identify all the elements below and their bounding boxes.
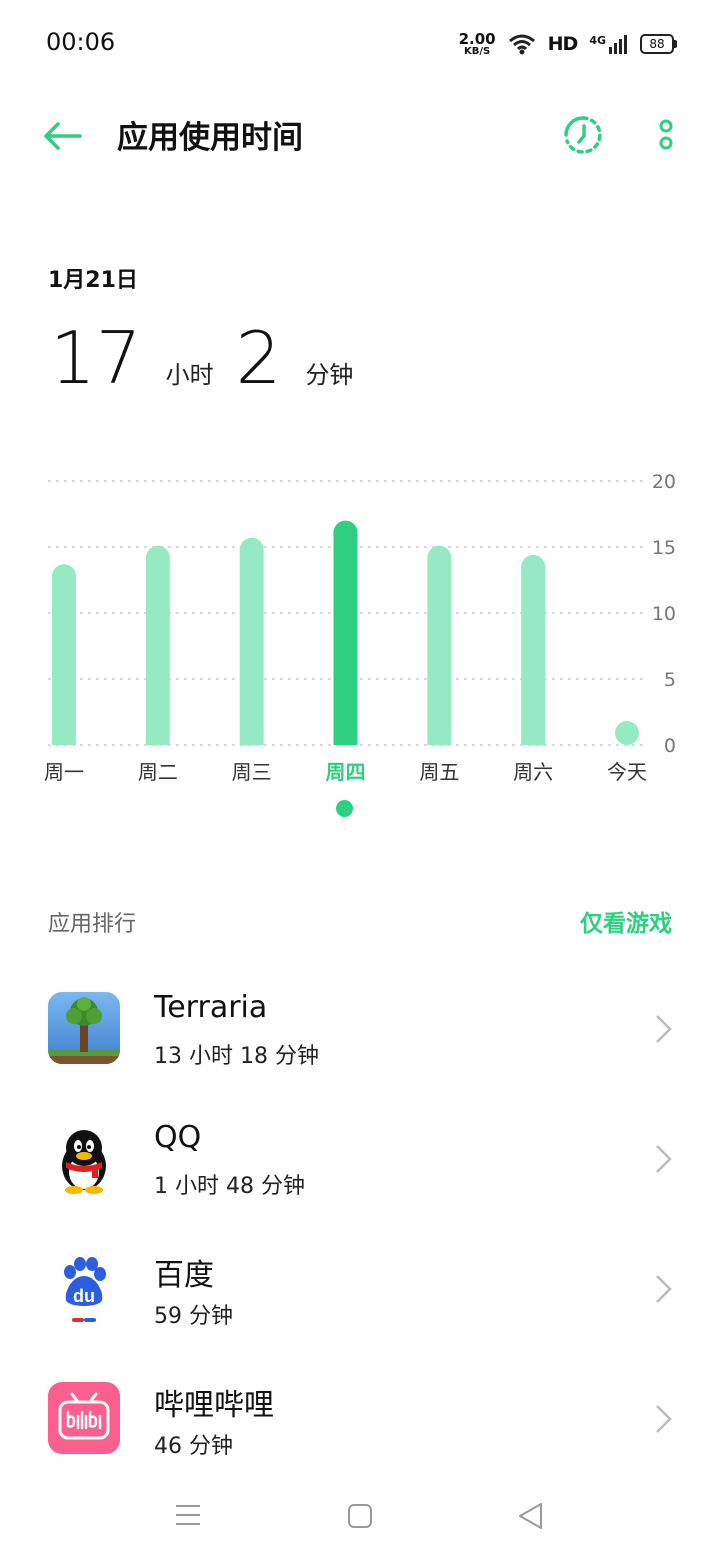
y-tick-label: 0 [664, 735, 676, 757]
total-minutes: 2 [235, 316, 282, 400]
total-hours: 17 [50, 316, 142, 400]
terraria-icon [48, 992, 120, 1064]
qq-penguin-icon [48, 1122, 120, 1194]
chart-page-indicator [336, 800, 353, 817]
usage-bar-4[interactable] [427, 545, 452, 745]
app-usage-time: 13 小时 18 分钟 [154, 1044, 319, 1069]
network-type: 4G [589, 34, 628, 54]
usage-bar-base [427, 733, 452, 745]
chevron-right-icon [656, 1015, 672, 1043]
y-tick-label: 20 [652, 471, 676, 493]
history-clock-icon[interactable] [562, 114, 604, 156]
app-row-qq[interactable]: QQ 1 小时 48 分钟 [0, 1120, 720, 1252]
app-name: 哔哩哔哩 [154, 1388, 274, 1423]
y-tick-label: 15 [652, 537, 676, 559]
net-speed-unit: KB/S [464, 45, 491, 57]
usage-bar-base [145, 733, 170, 745]
app-row-baidu[interactable]: du 百度 59 分钟 [0, 1252, 720, 1382]
page-title: 应用使用时间 [117, 120, 303, 156]
usage-bar-1[interactable] [145, 545, 170, 745]
more-vertical-icon[interactable] [652, 114, 680, 156]
back-arrow-icon[interactable] [40, 114, 84, 158]
signal-icon [609, 35, 627, 54]
usage-bar-base [333, 733, 358, 745]
usage-bar-base [239, 733, 264, 745]
app-row-terraria[interactable]: Terraria 13 小时 18 分钟 [0, 990, 720, 1122]
y-tick-label: 5 [664, 669, 676, 691]
usage-bar-2[interactable] [239, 537, 264, 745]
app-name: Terraria [154, 990, 268, 1025]
chevron-right-icon [656, 1275, 672, 1303]
usage-bar-base [521, 733, 546, 745]
status-time: 00:06 [46, 28, 116, 56]
total-usage: 17 小时 2 分钟 [50, 318, 375, 398]
app-row-bilibili[interactable]: 哔哩哔哩 46 分钟 [0, 1382, 720, 1512]
chevron-right-icon [656, 1405, 672, 1433]
date-label: 1月21日 [48, 268, 138, 293]
hours-unit: 小时 [165, 361, 214, 389]
hd-label: HD [547, 33, 579, 55]
recent-apps-icon[interactable] [175, 1502, 201, 1528]
day-label[interactable]: 周六 [513, 760, 553, 784]
day-label[interactable]: 周五 [419, 760, 459, 784]
bilibili-icon [48, 1382, 120, 1454]
status-icons: 2.00 KB/S HD 4G 88 [458, 29, 677, 58]
net-speed: 2.00 KB/S [458, 29, 496, 57]
app-usage-time: 1 小时 48 分钟 [154, 1174, 305, 1199]
day-label[interactable]: 周一 [44, 760, 84, 784]
day-label[interactable]: 今天 [607, 760, 647, 784]
usage-bar-0[interactable] [52, 564, 76, 745]
app-name: QQ [154, 1120, 202, 1155]
baidu-paw-icon: du [48, 1252, 120, 1324]
network-label: 4G [589, 34, 606, 47]
day-label[interactable]: 周四 [326, 760, 366, 784]
app-usage-time: 46 分钟 [154, 1434, 233, 1459]
usage-bar-3[interactable] [333, 520, 358, 745]
home-icon[interactable] [347, 1503, 373, 1529]
usage-bar-6[interactable] [615, 721, 639, 745]
net-speed-value: 2.00 [458, 29, 496, 48]
app-name: 百度 [154, 1258, 214, 1293]
minutes-unit: 分钟 [305, 361, 354, 389]
svg-text:du: du [73, 1286, 95, 1306]
day-label[interactable]: 周二 [138, 760, 178, 784]
battery-icon: 88 [640, 34, 677, 54]
app-usage-time: 59 分钟 [154, 1304, 233, 1329]
usage-bar-base [52, 733, 76, 745]
y-tick-label: 10 [652, 603, 676, 625]
day-label[interactable]: 周三 [232, 760, 272, 784]
usage-bar-5[interactable] [521, 554, 546, 745]
ranking-label: 应用排行 [48, 912, 137, 937]
chevron-right-icon [656, 1145, 672, 1173]
usage-bar-chart[interactable]: 0 5 10 15 20 周一 周二 周三 周四 周五 周六 今天 [0, 460, 720, 800]
wifi-icon [508, 34, 535, 55]
games-only-button[interactable]: 仅看游戏 [580, 904, 672, 938]
nav-back-icon[interactable] [516, 1501, 546, 1531]
